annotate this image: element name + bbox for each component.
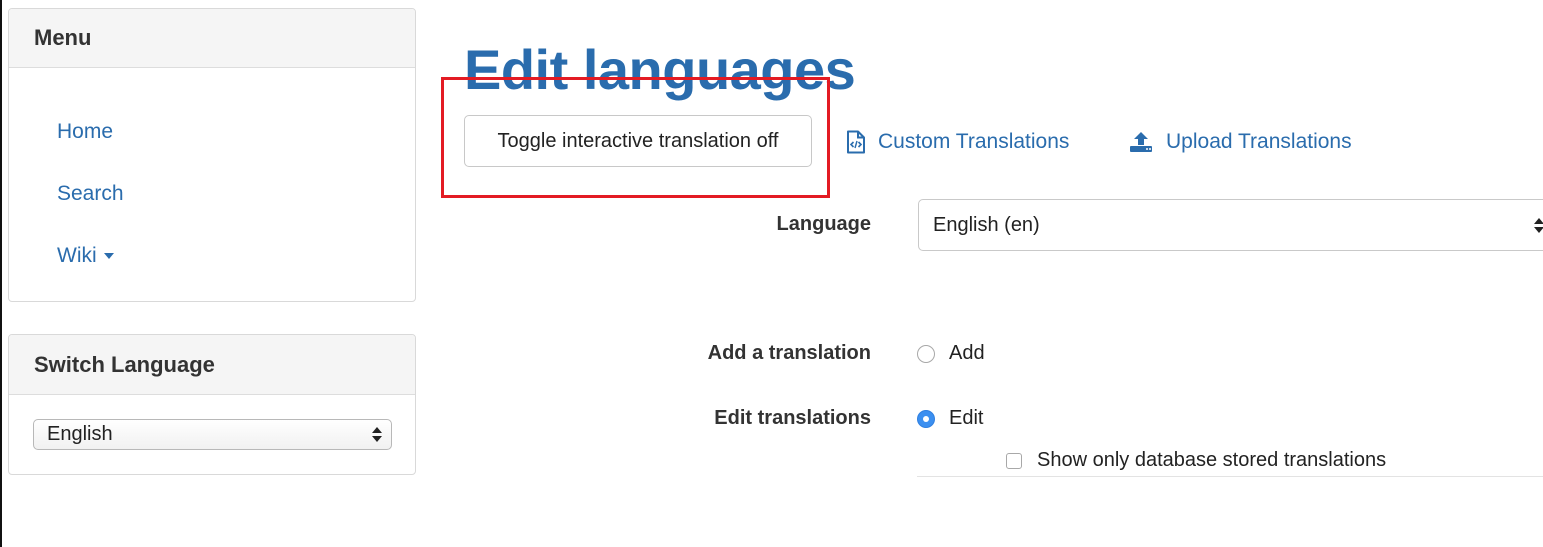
switch-language-title: Switch Language	[9, 335, 415, 395]
switch-language-select[interactable]: English	[33, 419, 392, 450]
select-arrows-icon	[1534, 217, 1543, 235]
add-radio-option[interactable]: Add	[917, 342, 985, 365]
switch-language-panel: Switch Language English	[8, 334, 416, 475]
language-select[interactable]: English (en)	[918, 199, 1543, 251]
upload-translations-label: Upload Translations	[1166, 130, 1352, 153]
custom-translations-link[interactable]: Custom Translations	[846, 128, 1069, 156]
caret-down-icon	[103, 253, 114, 260]
form-divider	[917, 476, 1543, 477]
edit-translations-label: Edit translations	[714, 407, 871, 429]
add-translation-label: Add a translation	[707, 342, 871, 364]
add-radio[interactable]	[917, 344, 935, 363]
custom-translations-label: Custom Translations	[878, 130, 1070, 153]
add-radio-label: Add	[949, 342, 985, 364]
upload-icon	[1130, 132, 1152, 152]
code-file-icon	[847, 130, 865, 154]
upload-translations-link[interactable]: Upload Translations	[1128, 128, 1352, 156]
db-only-option[interactable]: Show only database stored translations	[1006, 449, 1386, 472]
menu-panel-title: Menu	[9, 9, 415, 68]
sidebar-item-wiki[interactable]: Wiki	[57, 244, 114, 268]
edit-radio-label: Edit	[949, 407, 984, 429]
sidebar-item-wiki-label: Wiki	[57, 244, 97, 267]
page-title: Edit languages	[464, 38, 856, 101]
language-select-value: English (en)	[933, 213, 1040, 236]
switch-language-value: English	[47, 423, 113, 445]
edit-radio[interactable]	[917, 409, 935, 428]
db-only-checkbox[interactable]	[1006, 452, 1022, 469]
sidebar-item-search[interactable]: Search	[57, 182, 124, 206]
sidebar-item-home[interactable]: Home	[57, 120, 113, 144]
toggle-interactive-translation-button[interactable]: Toggle interactive translation off	[464, 115, 812, 167]
language-label: Language	[776, 213, 871, 235]
window-edge	[0, 0, 2, 547]
menu-panel: Menu Home Search Wiki	[8, 8, 416, 302]
edit-radio-option[interactable]: Edit	[917, 407, 983, 430]
select-arrows-icon	[372, 426, 382, 444]
db-only-label: Show only database stored translations	[1037, 449, 1387, 471]
